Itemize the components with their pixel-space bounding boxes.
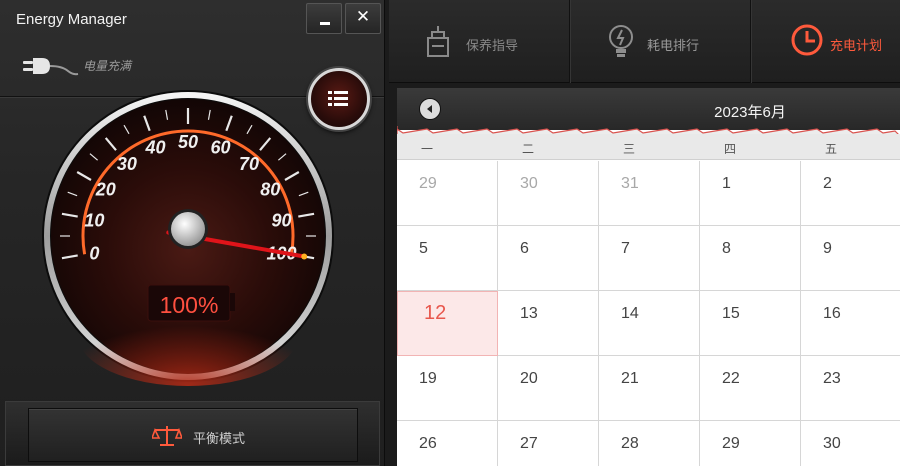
- battery-terminal: [230, 293, 235, 311]
- power-mode-label: 平衡模式: [193, 431, 246, 446]
- toolbar: 保养指导 耗电排行 充电计划: [389, 0, 900, 83]
- balance-scale-icon: [152, 426, 182, 446]
- calendar-day[interactable]: 9: [801, 226, 900, 291]
- gauge-tick-label: 50: [178, 132, 198, 152]
- weekday-label: 五: [825, 142, 838, 156]
- month-title: 2023年6月: [714, 104, 786, 121]
- energy-manager-panel: Energy Manager ✕ 电量充满 0 10 20 30 40 50 6…: [0, 0, 385, 466]
- app-title: Energy Manager: [16, 11, 127, 28]
- tab-power-ranking[interactable]: 耗电排行: [570, 0, 750, 83]
- calendar-day[interactable]: 6: [498, 226, 599, 291]
- calendar-day[interactable]: 15: [700, 291, 801, 356]
- calendar-day[interactable]: 5: [397, 226, 498, 291]
- gauge-tick-label: 90: [272, 211, 292, 231]
- calendar-day[interactable]: 21: [599, 356, 700, 421]
- lightbulb-icon: [609, 25, 633, 57]
- minimize-button[interactable]: [306, 3, 342, 34]
- calendar-day[interactable]: 23: [801, 356, 900, 421]
- tab-maintenance-label: 保养指导: [466, 38, 519, 53]
- gauge-tick-label: 30: [117, 154, 137, 174]
- calendar-day[interactable]: 16: [801, 291, 900, 356]
- calendar-day[interactable]: 30: [801, 421, 900, 466]
- calendar-day[interactable]: 19: [397, 356, 498, 421]
- needle-tip: [301, 253, 308, 260]
- weekday-label: 二: [522, 142, 535, 156]
- calendar-day-today[interactable]: 12: [397, 291, 498, 356]
- power-plug-icon: [23, 58, 79, 76]
- calendar-day[interactable]: 27: [498, 421, 599, 466]
- tab-charge-plan[interactable]: 充电计划: [751, 0, 900, 83]
- mode-bar: 平衡模式: [5, 401, 380, 466]
- calendar-day[interactable]: 14: [599, 291, 700, 356]
- gauge-tick-label: 10: [84, 211, 104, 231]
- tab-ranking-label: 耗电排行: [647, 38, 700, 53]
- close-icon: ✕: [355, 7, 371, 27]
- calendar-day[interactable]: 13: [498, 291, 599, 356]
- title-bar[interactable]: Energy Manager ✕: [0, 0, 384, 38]
- gauge-tick-label: 60: [210, 138, 230, 158]
- calendar-day[interactable]: 20: [498, 356, 599, 421]
- weekday-label: 四: [724, 142, 737, 156]
- tab-charge-plan-label: 充电计划: [830, 38, 883, 53]
- close-button[interactable]: ✕: [345, 3, 381, 34]
- power-mode-button[interactable]: 平衡模式: [28, 408, 358, 462]
- calendar-day[interactable]: 1: [700, 161, 801, 226]
- gauge-hub: [171, 212, 205, 246]
- battery-percent: 100%: [160, 292, 219, 318]
- minimize-icon: [320, 22, 330, 25]
- calendar-header: 2023年6月: [397, 88, 900, 130]
- calendar-day[interactable]: 29: [397, 161, 498, 226]
- clock-icon: [791, 24, 823, 56]
- calendar-day[interactable]: 22: [700, 356, 801, 421]
- calendar-day[interactable]: 28: [599, 421, 700, 466]
- gauge-tick-label: 80: [260, 180, 280, 200]
- gauge-tick-label: 40: [144, 138, 165, 158]
- calendar-day[interactable]: 29: [700, 421, 801, 466]
- charge-status-label: 电量充满: [83, 59, 132, 73]
- calendar-day[interactable]: 26: [397, 421, 498, 466]
- charge-calendar: 2023年6月 一 二 三 四 五 29 30 31 1 2 5 6 7 8 9…: [397, 88, 900, 466]
- calendar-day[interactable]: 30: [498, 161, 599, 226]
- weekday-label: 一: [421, 142, 434, 156]
- calendar-day[interactable]: 8: [700, 226, 801, 291]
- weekday-label: 三: [623, 142, 636, 156]
- tab-maintenance-guide[interactable]: 保养指导: [389, 0, 569, 83]
- calendar-day[interactable]: 7: [599, 226, 700, 291]
- gauge-tick-label: 70: [239, 154, 259, 174]
- gauge-tick-label: 0: [89, 243, 99, 263]
- maintenance-icon: [427, 26, 449, 57]
- calendar-day[interactable]: 2: [801, 161, 900, 226]
- weekday-header: 一 二 三 四 五: [397, 134, 900, 160]
- gauge-tick-label: 20: [95, 180, 116, 200]
- calendar-day[interactable]: 31: [599, 161, 700, 226]
- battery-gauge: 0102030405060708090100 100%: [42, 90, 334, 386]
